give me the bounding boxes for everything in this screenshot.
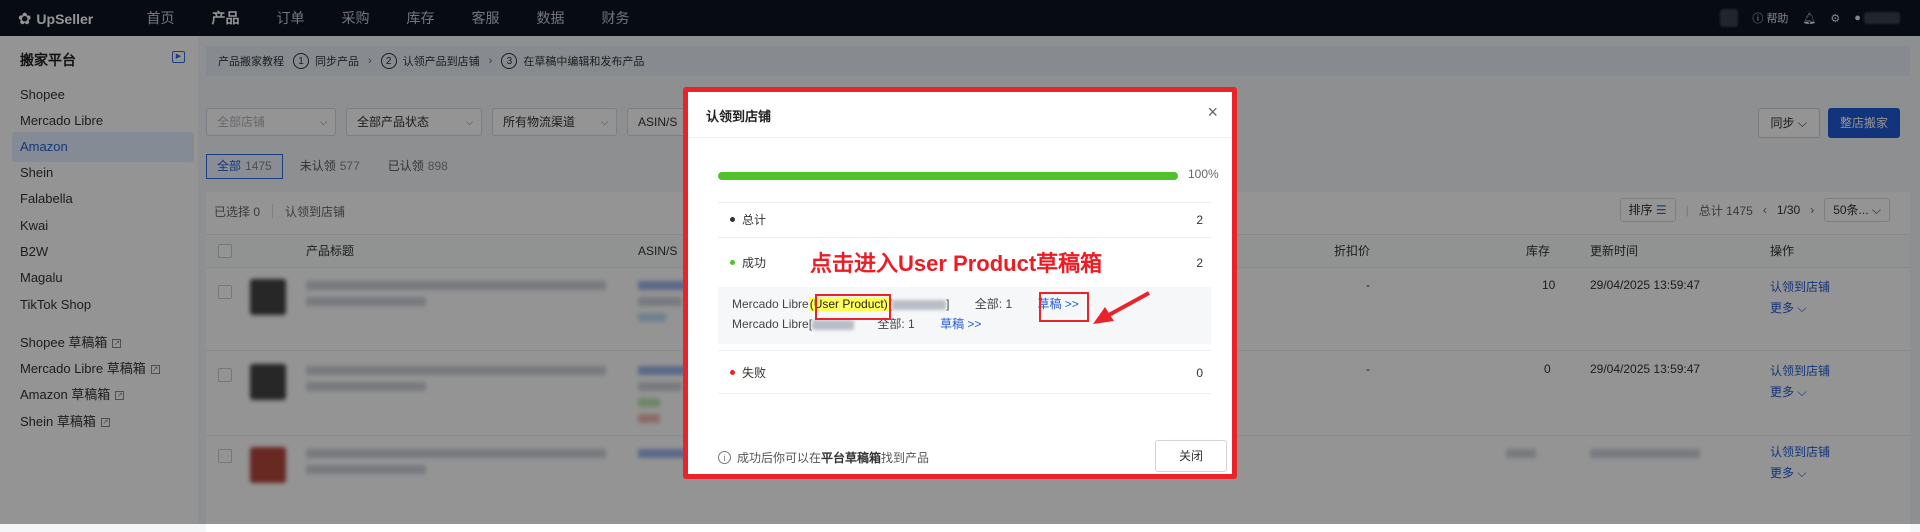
highlight-box-draft-link xyxy=(1039,292,1089,322)
success-dot-icon xyxy=(730,260,735,265)
blurred-store-name xyxy=(812,320,854,330)
fail-dot-icon xyxy=(730,370,735,375)
divider xyxy=(718,350,1211,351)
blurred-store-name xyxy=(892,300,946,310)
progress-percent: 100% xyxy=(1188,167,1219,181)
divider xyxy=(718,393,1211,394)
annotation-arrow-icon xyxy=(1091,290,1153,326)
divider xyxy=(718,237,1211,238)
highlight-box-user-product xyxy=(815,294,891,320)
tip-text: 成功后你可以在平台草稿箱找到产品 xyxy=(737,449,929,466)
tip-bold: 平台草稿箱 xyxy=(821,451,881,465)
platform-name: Mercado Libre[ xyxy=(732,317,812,331)
success-value: 2 xyxy=(1196,248,1203,278)
fail-value: 0 xyxy=(1196,358,1203,388)
dot-icon xyxy=(730,217,735,222)
all-count: 全部: 1 xyxy=(975,297,1012,311)
fail-row: 失败 0 xyxy=(718,358,1211,388)
progress-bar-fill xyxy=(718,172,1178,180)
info-icon: i xyxy=(718,451,731,464)
footer-tip: i 成功后你可以在平台草稿箱找到产品 xyxy=(718,449,929,466)
result-line-user-product: Mercado Libre(User Product)[] 全部: 1 草稿 >… xyxy=(732,296,1079,312)
tip-suffix: 找到产品 xyxy=(881,451,929,465)
claim-to-store-dialog: 认领到店铺 × 100% 总计 2 成功 2 Mercado Libre(Use… xyxy=(683,87,1237,479)
bracket-close: ] xyxy=(946,297,949,311)
platform-name: Mercado Libre xyxy=(732,297,809,311)
total-label: 总计 xyxy=(742,213,766,227)
total-row: 总计 2 xyxy=(718,205,1211,235)
draft-link[interactable]: 草稿 >> xyxy=(940,317,981,331)
progress-bar xyxy=(718,172,1178,180)
annotation-callout: 点击进入User Product草稿箱 xyxy=(810,246,1102,278)
tip-prefix: 成功后你可以在 xyxy=(737,451,821,465)
success-label: 成功 xyxy=(742,256,766,270)
divider xyxy=(688,137,1232,138)
close-icon[interactable]: × xyxy=(1207,102,1218,123)
fail-label: 失败 xyxy=(742,366,766,380)
dialog-title: 认领到店铺 xyxy=(706,106,771,125)
close-button[interactable]: 关闭 xyxy=(1155,440,1227,472)
divider xyxy=(718,202,1211,203)
total-value: 2 xyxy=(1196,205,1203,235)
